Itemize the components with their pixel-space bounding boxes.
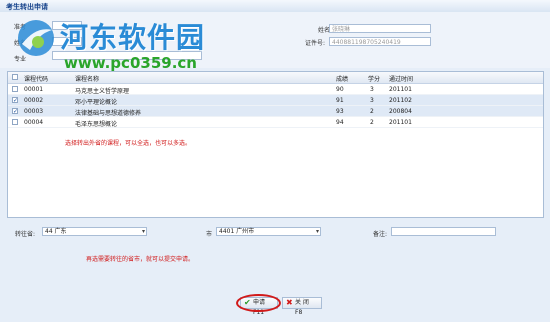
- chevron-down-icon[interactable]: ▾: [142, 228, 145, 236]
- city-label: 市: [206, 231, 213, 238]
- destination-hint: 再选需要转往的省市，就可以提交申请。: [86, 256, 195, 263]
- table-row[interactable]: 00001 马克思主义哲学原理 90 3 201101: [8, 84, 543, 95]
- logo-icon: [18, 20, 54, 56]
- row-date: 201101: [389, 119, 412, 126]
- province-value: 44 广东: [45, 228, 67, 235]
- row-code: 00001: [24, 86, 44, 93]
- row-code: 00004: [24, 119, 44, 126]
- col-header-date: 通过时间: [389, 76, 414, 83]
- name-field[interactable]: 张晓琳: [329, 24, 431, 33]
- table-row[interactable]: 00004 毛泽东思想概论 94 2 201101: [8, 117, 543, 128]
- col-header-credit: 学分: [368, 76, 381, 83]
- row-date: 201102: [389, 97, 412, 104]
- row-credit: 2: [370, 119, 374, 126]
- row-score: 94: [336, 119, 344, 126]
- row-checkbox[interactable]: [12, 86, 18, 92]
- note-field[interactable]: [391, 227, 496, 236]
- row-checkbox[interactable]: ✓: [12, 108, 18, 115]
- row-course-name: 邓小平理论概论: [75, 99, 118, 106]
- table-row[interactable]: ✓ 00003 法律基础与思想道德修养 93 2 200804: [8, 106, 543, 117]
- col-header-code: 课程代码: [24, 76, 49, 83]
- city-value: 4401 广州市: [219, 228, 255, 235]
- row-date: 200804: [389, 108, 412, 115]
- city-select[interactable]: 4401 广州市 ▾: [216, 227, 321, 236]
- close-button[interactable]: ✖ 关 闭 F8: [282, 297, 322, 316]
- window-title: 考生转出申请: [6, 3, 48, 11]
- row-date: 201101: [389, 86, 412, 93]
- row-checkbox[interactable]: ✓: [12, 97, 18, 104]
- row-course-name: 法律基础与思想道德修养: [75, 110, 142, 117]
- row-credit: 3: [370, 97, 374, 104]
- row-checkbox[interactable]: [12, 119, 18, 125]
- province-label: 转往省:: [15, 231, 36, 238]
- row-code: 00003: [24, 108, 44, 115]
- row-credit: 3: [370, 86, 374, 93]
- watermark-url: www.pc0359.cn: [64, 54, 197, 72]
- row-score: 91: [336, 97, 344, 104]
- x-icon: ✖: [286, 298, 293, 307]
- id-number-field[interactable]: 440881198705240419: [329, 37, 431, 46]
- application-window: 考生转出申请 准考 姓名 专业 姓名: 张晓琳 证件号: 44088119870…: [0, 0, 550, 322]
- select-all-checkbox[interactable]: [12, 74, 18, 80]
- row-score: 90: [336, 86, 344, 93]
- table-row[interactable]: ✓ 00002 邓小平理论概论 91 3 201102: [8, 95, 543, 106]
- watermark-title: 河东软件园: [60, 21, 206, 54]
- col-header-name: 课程名称: [75, 76, 100, 83]
- highlight-circle: [236, 294, 281, 312]
- province-select[interactable]: 44 广东 ▾: [42, 227, 147, 236]
- watermark: 河东软件园 www.pc0359.cn: [16, 14, 226, 74]
- row-credit: 2: [370, 108, 374, 115]
- row-score: 93: [336, 108, 344, 115]
- row-course-name: 毛泽东思想概论: [75, 121, 118, 128]
- col-header-score: 成绩: [336, 76, 349, 83]
- chevron-down-icon[interactable]: ▾: [316, 228, 319, 236]
- row-course-name: 马克思主义哲学原理: [75, 88, 130, 95]
- grid-header: 课程代码 课程名称 成绩 学分 通过时间: [8, 72, 543, 84]
- note-label: 备注:: [373, 231, 388, 238]
- id-number-label: 证件号:: [305, 40, 326, 47]
- course-selection-hint: 选择转出外省的课程，可以全选，也可以多选。: [65, 140, 192, 147]
- row-code: 00002: [24, 97, 44, 104]
- course-grid: 课程代码 课程名称 成绩 学分 通过时间 00001 马克思主义哲学原理 90 …: [7, 71, 544, 218]
